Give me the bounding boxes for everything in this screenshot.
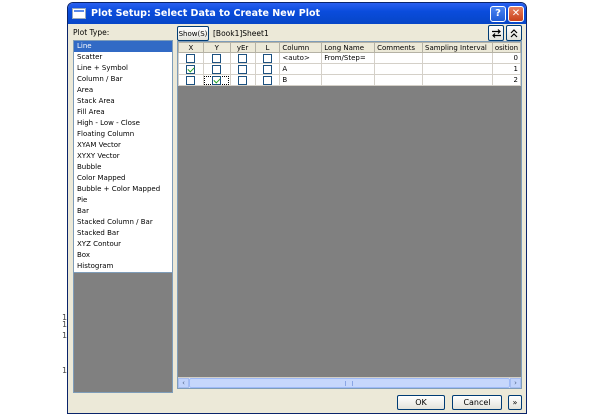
header-comments[interactable]: Comments (374, 42, 424, 53)
cell-sampling[interactable] (422, 74, 493, 86)
cell-comments[interactable] (374, 74, 424, 86)
cell-x[interactable] (178, 74, 204, 86)
cell-yer[interactable] (229, 74, 256, 86)
cell-column[interactable]: A (279, 63, 323, 75)
header-position[interactable]: osition (491, 42, 522, 53)
plot-type-item[interactable]: XYXY Vector (74, 151, 172, 162)
y-checkbox[interactable] (212, 53, 222, 63)
help-button[interactable]: ? (490, 5, 506, 22)
plot-type-item[interactable]: Fill Area (74, 107, 172, 118)
header-x[interactable]: X (178, 42, 204, 53)
dialog-button-bar: OK Cancel » (68, 395, 526, 413)
plot-type-label: Plot Type: (73, 28, 110, 37)
swap-button[interactable] (488, 25, 504, 41)
ok-button[interactable]: OK (397, 395, 445, 410)
table-row[interactable]: A1 (178, 63, 522, 75)
cell-l[interactable] (254, 74, 281, 86)
cell-l[interactable] (254, 63, 281, 75)
plot-type-item[interactable]: Box (74, 250, 172, 261)
scroll-left-button[interactable]: ‹ (178, 378, 189, 388)
scroll-right-button[interactable]: › (510, 378, 521, 388)
table-row[interactable]: <auto> From/Step= 0 (178, 52, 522, 64)
plot-type-list[interactable]: Line Scatter Line + Symbol Column / Bar Area… (73, 40, 173, 273)
window-title: Plot Setup: Select Data to Create New Pl… (91, 8, 321, 19)
cell-sampling[interactable] (422, 63, 493, 75)
column-grid-area: X Y yEr L Column Long Name Comments Samp… (177, 41, 522, 389)
yer-checkbox[interactable] (238, 75, 248, 85)
plot-type-item[interactable]: Area (74, 85, 172, 96)
plot-type-item[interactable]: Stacked Bar (74, 228, 172, 239)
scroll-thumb[interactable] (189, 378, 510, 388)
more-options-button[interactable]: » (508, 395, 522, 410)
l-checkbox[interactable] (262, 75, 272, 85)
l-checkbox[interactable] (262, 64, 272, 74)
header-long-name[interactable]: Long Name (321, 42, 376, 53)
header-yer[interactable]: yEr (229, 42, 256, 53)
table-row[interactable]: B2 (178, 74, 522, 86)
cell-y[interactable] (202, 74, 231, 86)
scroll-grip-icon (345, 381, 353, 386)
plot-type-item[interactable]: Line (74, 41, 172, 52)
l-checkbox[interactable] (262, 53, 272, 63)
yer-checkbox[interactable] (238, 64, 248, 74)
window-icon (72, 8, 86, 19)
title-bar[interactable]: Plot Setup: Select Data to Create New Pl… (68, 3, 526, 24)
cell-l[interactable] (254, 52, 281, 64)
cell-position[interactable]: 2 (491, 74, 522, 86)
cell-position[interactable]: 1 (491, 63, 522, 75)
plot-type-item[interactable]: Color Mapped (74, 173, 172, 184)
x-checkbox[interactable] (186, 64, 196, 74)
double-chevron-up-icon (510, 28, 518, 37)
cell-column[interactable]: B (279, 74, 323, 86)
plot-type-item[interactable]: Histogram (74, 261, 172, 272)
cell-y[interactable] (202, 52, 231, 64)
plot-type-item[interactable]: Pie (74, 195, 172, 206)
plot-type-item[interactable]: Bubble (74, 162, 172, 173)
plot-type-item[interactable]: Bubble + Color Mapped (74, 184, 172, 195)
cell-column[interactable]: <auto> (279, 52, 323, 64)
plot-type-item[interactable]: High - Low - Close (74, 118, 172, 129)
grid-body: <auto> From/Step= 0 A 1 B 2 (178, 52, 522, 86)
header-l[interactable]: L (254, 42, 281, 53)
y-checkbox[interactable] (212, 64, 222, 74)
plot-type-preview-area (73, 273, 173, 393)
cancel-button[interactable]: Cancel (452, 395, 502, 410)
plot-type-item[interactable]: XYZ Contour (74, 239, 172, 250)
plot-type-item[interactable]: Bar (74, 206, 172, 217)
plot-type-item[interactable]: Column / Bar (74, 74, 172, 85)
x-checkbox[interactable] (186, 75, 196, 85)
header-sampling-interval[interactable]: Sampling Interval (422, 42, 493, 53)
show-button[interactable]: Show(S) (177, 26, 209, 41)
y-checkbox[interactable] (212, 75, 222, 85)
cell-long-name[interactable]: From/Step= (321, 52, 376, 64)
cell-comments[interactable] (374, 52, 424, 64)
cell-sampling[interactable] (422, 52, 493, 64)
column-grid: X Y yEr L Column Long Name Comments Samp… (178, 42, 522, 86)
close-button[interactable]: ✕ (508, 5, 524, 22)
dataset-label: [Book1]Sheet1 (213, 29, 269, 38)
cell-yer[interactable] (229, 52, 256, 64)
cell-comments[interactable] (374, 63, 424, 75)
cell-yer[interactable] (229, 63, 256, 75)
plot-type-item[interactable]: XYAM Vector (74, 140, 172, 151)
yer-checkbox[interactable] (238, 53, 248, 63)
cell-long-name[interactable] (321, 63, 376, 75)
cell-long-name[interactable] (321, 74, 376, 86)
collapse-button[interactable] (506, 25, 522, 41)
header-y[interactable]: Y (202, 42, 231, 53)
plot-type-item[interactable]: Scatter (74, 52, 172, 63)
plot-setup-dialog: Plot Setup: Select Data to Create New Pl… (67, 2, 527, 414)
plot-type-item[interactable]: Stack Area (74, 96, 172, 107)
horizontal-scrollbar[interactable]: ‹ › (178, 377, 521, 388)
x-checkbox[interactable] (186, 53, 196, 63)
cell-position[interactable]: 0 (491, 52, 522, 64)
cell-x[interactable] (178, 63, 204, 75)
plot-type-item[interactable]: Floating Column (74, 129, 172, 140)
cell-x[interactable] (178, 52, 204, 64)
cell-y[interactable] (202, 63, 231, 75)
header-column[interactable]: Column (279, 42, 323, 53)
plot-type-item[interactable]: Stacked Column / Bar (74, 217, 172, 228)
plot-type-item[interactable]: Line + Symbol (74, 63, 172, 74)
swap-arrows-icon (491, 28, 501, 38)
